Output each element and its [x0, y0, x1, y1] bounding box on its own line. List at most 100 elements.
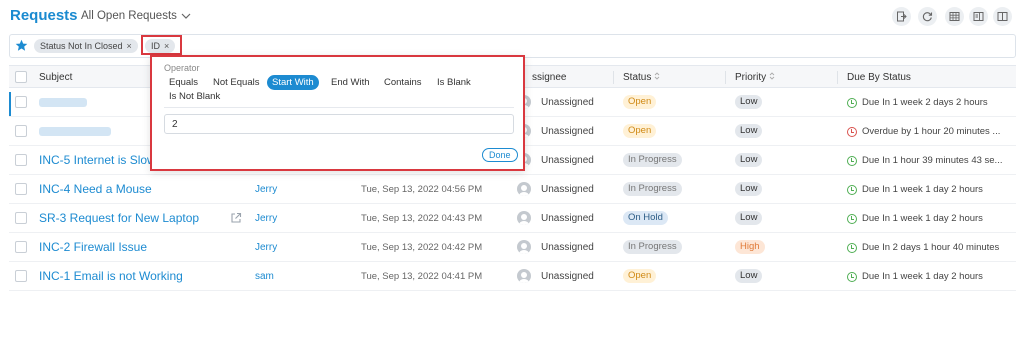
priority-badge[interactable]: Low [735, 153, 763, 167]
column-status-label: Status [623, 72, 652, 83]
table-row[interactable]: INC-1 Email is not Working sam Tue, Sep 13… [9, 262, 1016, 291]
open-external-icon[interactable] [230, 212, 242, 224]
due-text: Due In 1 week 1 day 2 hours [862, 271, 983, 282]
due-text: Due In 1 week 1 day 2 hours [862, 213, 983, 224]
priority-badge[interactable]: Low [735, 211, 763, 225]
request-subject-link[interactable]: SR-3 Request for New Laptop [39, 211, 199, 225]
column-divider [613, 71, 614, 84]
avatar [517, 240, 531, 254]
table-row[interactable]: INC-2 Firewall Issue Jerry Tue, Sep 13, 20… [9, 233, 1016, 262]
filter-chip-status[interactable]: Status Not In Closed × [34, 39, 138, 53]
status-badge[interactable]: Open [623, 95, 657, 109]
table-row[interactable]: SR-3 Request for New Laptop Jerry Tue, Sep… [9, 204, 1016, 233]
column-priority[interactable]: Priority [735, 72, 775, 83]
row-checkbox[interactable] [15, 212, 27, 224]
filter-value-input[interactable]: 2 [164, 114, 514, 134]
requester-link[interactable]: sam [255, 271, 274, 282]
due-by-status: Due In 1 week 1 day 2 hours [847, 271, 983, 282]
split-view-icon[interactable] [969, 7, 988, 26]
redacted-subject [39, 127, 111, 136]
priority-badge[interactable]: High [735, 240, 765, 254]
refresh-icon[interactable] [918, 7, 937, 26]
assignee-name[interactable]: Unassigned [541, 126, 594, 137]
status-badge[interactable]: On Hold [623, 211, 668, 225]
star-icon[interactable] [15, 39, 28, 52]
column-view-icon[interactable] [993, 7, 1012, 26]
filter-chip-label: Status Not In Closed [40, 41, 123, 51]
assignee-name[interactable]: Unassigned [541, 213, 594, 224]
clock-icon [847, 184, 857, 195]
remove-filter-icon[interactable]: × [127, 41, 132, 51]
column-due-by-status[interactable]: Due By Status [847, 72, 911, 83]
operator-equals[interactable]: Equals [169, 77, 198, 88]
due-by-status: Due In 1 hour 39 minutes 43 se... [847, 155, 1002, 166]
column-assignee[interactable]: ssignee [532, 72, 566, 83]
row-checkbox[interactable] [15, 241, 27, 253]
row-checkbox[interactable] [15, 154, 27, 166]
due-text: Due In 1 week 1 day 2 hours [862, 184, 983, 195]
assignee-name[interactable]: Unassigned [541, 97, 594, 108]
sort-icon [654, 72, 660, 80]
created-date: Tue, Sep 13, 2022 04:43 PM [361, 213, 483, 224]
column-subject[interactable]: Subject [39, 72, 72, 83]
status-badge[interactable]: Open [623, 124, 657, 138]
operator-is-blank[interactable]: Is Blank [437, 77, 471, 88]
due-by-status: Due In 2 days 1 hour 40 minutes [847, 242, 999, 253]
row-checkbox[interactable] [15, 125, 27, 137]
select-all-checkbox[interactable] [15, 71, 27, 83]
request-subject-link[interactable]: INC-4 Need a Mouse [39, 182, 152, 196]
table-view-icon[interactable] [945, 7, 964, 26]
operator-start-with[interactable]: Start With [267, 75, 319, 90]
clock-icon [847, 242, 857, 253]
due-text: Due In 2 days 1 hour 40 minutes [862, 242, 1000, 253]
assignee-name[interactable]: Unassigned [541, 242, 594, 253]
clock-icon [847, 271, 857, 282]
assignee-name[interactable]: Unassigned [541, 155, 594, 166]
created-date: Tue, Sep 13, 2022 04:41 PM [361, 271, 483, 282]
assignee-name[interactable]: Unassigned [541, 184, 594, 195]
status-badge[interactable]: In Progress [623, 182, 682, 196]
operator-is-not-blank[interactable]: Is Not Blank [169, 91, 220, 102]
operator-end-with[interactable]: End With [331, 77, 370, 88]
due-text: Due In 1 week 2 days 2 hours [862, 97, 988, 108]
chevron-down-icon [181, 13, 191, 19]
avatar [517, 269, 531, 283]
done-button[interactable]: Done [482, 148, 518, 162]
operator-contains[interactable]: Contains [384, 77, 422, 88]
request-subject-link[interactable]: INC-5 Internet is Slow [39, 153, 156, 167]
status-badge[interactable]: Open [623, 269, 657, 283]
due-by-status: Overdue by 1 hour 20 minutes ... [847, 126, 1000, 137]
priority-badge[interactable]: Low [735, 95, 763, 109]
request-subject-link[interactable]: INC-2 Firewall Issue [39, 240, 147, 254]
row-checkbox[interactable] [15, 183, 27, 195]
request-subject-link[interactable]: INC-1 Email is not Working [39, 269, 183, 283]
status-badge[interactable]: In Progress [623, 240, 682, 254]
row-checkbox[interactable] [15, 96, 27, 108]
status-badge[interactable]: In Progress [623, 153, 682, 167]
view-selector[interactable]: All Open Requests [81, 10, 191, 22]
table-row[interactable]: INC-4 Need a Mouse Jerry Tue, Sep 13, 2022… [9, 175, 1016, 204]
export-icon[interactable] [892, 7, 911, 26]
created-date: Tue, Sep 13, 2022 04:56 PM [361, 184, 483, 195]
page-title: Requests [10, 7, 78, 24]
clock-icon [847, 126, 857, 137]
requester-link[interactable]: Jerry [255, 184, 277, 195]
requester-link[interactable]: Jerry [255, 242, 277, 253]
assignee-name[interactable]: Unassigned [541, 271, 594, 282]
operator-not-equals[interactable]: Not Equals [213, 77, 259, 88]
due-by-status: Due In 1 week 1 day 2 hours [847, 184, 983, 195]
priority-badge[interactable]: Low [735, 182, 763, 196]
top-bar: Requests All Open Requests [0, 0, 1024, 34]
column-status[interactable]: Status [623, 72, 660, 83]
divider [164, 107, 514, 108]
requests-page: Requests All Open Requests Status Not In… [0, 0, 1024, 352]
due-text: Overdue by 1 hour 20 minutes ... [862, 126, 1001, 137]
column-divider [725, 71, 726, 84]
priority-badge[interactable]: Low [735, 269, 763, 283]
priority-badge[interactable]: Low [735, 124, 763, 138]
column-divider [837, 71, 838, 84]
requester-link[interactable]: Jerry [255, 213, 277, 224]
row-checkbox[interactable] [15, 270, 27, 282]
operator-label: Operator [164, 63, 200, 73]
due-by-status: Due In 1 week 1 day 2 hours [847, 213, 983, 224]
